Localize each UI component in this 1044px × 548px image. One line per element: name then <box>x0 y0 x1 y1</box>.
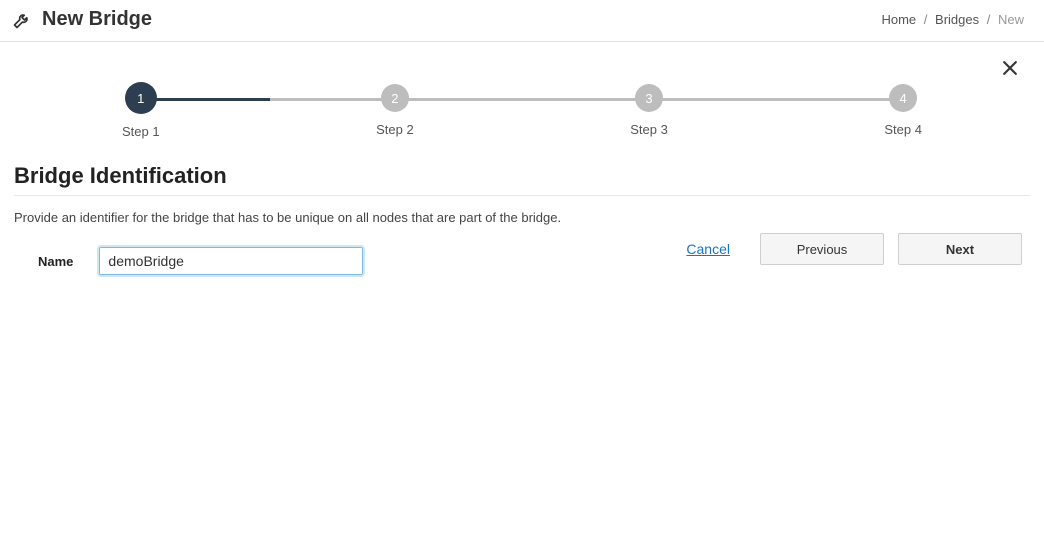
section-description: Provide an identifier for the bridge tha… <box>14 210 1030 225</box>
breadcrumb-sep: / <box>924 12 928 27</box>
next-button[interactable]: Next <box>898 233 1022 265</box>
stepper-step-3[interactable]: 3 Step 3 <box>630 84 668 137</box>
step-circle: 2 <box>381 84 409 112</box>
step-label: Step 2 <box>376 122 414 137</box>
wrench-icon <box>12 10 32 30</box>
step-circle: 3 <box>635 84 663 112</box>
section-title: Bridge Identification <box>14 163 1042 189</box>
name-label: Name <box>38 254 73 269</box>
header-left: New Bridge <box>12 8 152 31</box>
stepper-line-active <box>142 98 270 101</box>
wizard-footer: Cancel Previous Next <box>686 233 1022 265</box>
step-label: Step 1 <box>122 124 160 139</box>
step-circle: 1 <box>125 82 157 114</box>
stepper: 1 Step 1 2 Step 2 3 Step 3 4 Step 4 <box>122 84 922 139</box>
page-title: New Bridge <box>42 8 152 31</box>
section-divider <box>14 195 1030 196</box>
breadcrumb: Home / Bridges / New <box>881 12 1024 27</box>
page-header: New Bridge Home / Bridges / New <box>0 0 1044 42</box>
step-label: Step 4 <box>884 122 922 137</box>
breadcrumb-sep: / <box>987 12 991 27</box>
name-input[interactable] <box>99 247 363 275</box>
step-circle: 4 <box>889 84 917 112</box>
breadcrumb-bridges[interactable]: Bridges <box>935 12 979 27</box>
cancel-link[interactable]: Cancel <box>686 241 730 257</box>
stepper-step-2[interactable]: 2 Step 2 <box>376 84 414 137</box>
breadcrumb-home[interactable]: Home <box>881 12 916 27</box>
previous-button[interactable]: Previous <box>760 233 884 265</box>
step-label: Step 3 <box>630 122 668 137</box>
close-icon[interactable] <box>1000 58 1020 78</box>
breadcrumb-current: New <box>998 12 1024 27</box>
stepper-step-4[interactable]: 4 Step 4 <box>884 84 922 137</box>
wizard-card: 1 Step 1 2 Step 2 3 Step 3 4 Step 4 Brid… <box>2 44 1042 275</box>
stepper-step-1[interactable]: 1 Step 1 <box>122 84 160 139</box>
